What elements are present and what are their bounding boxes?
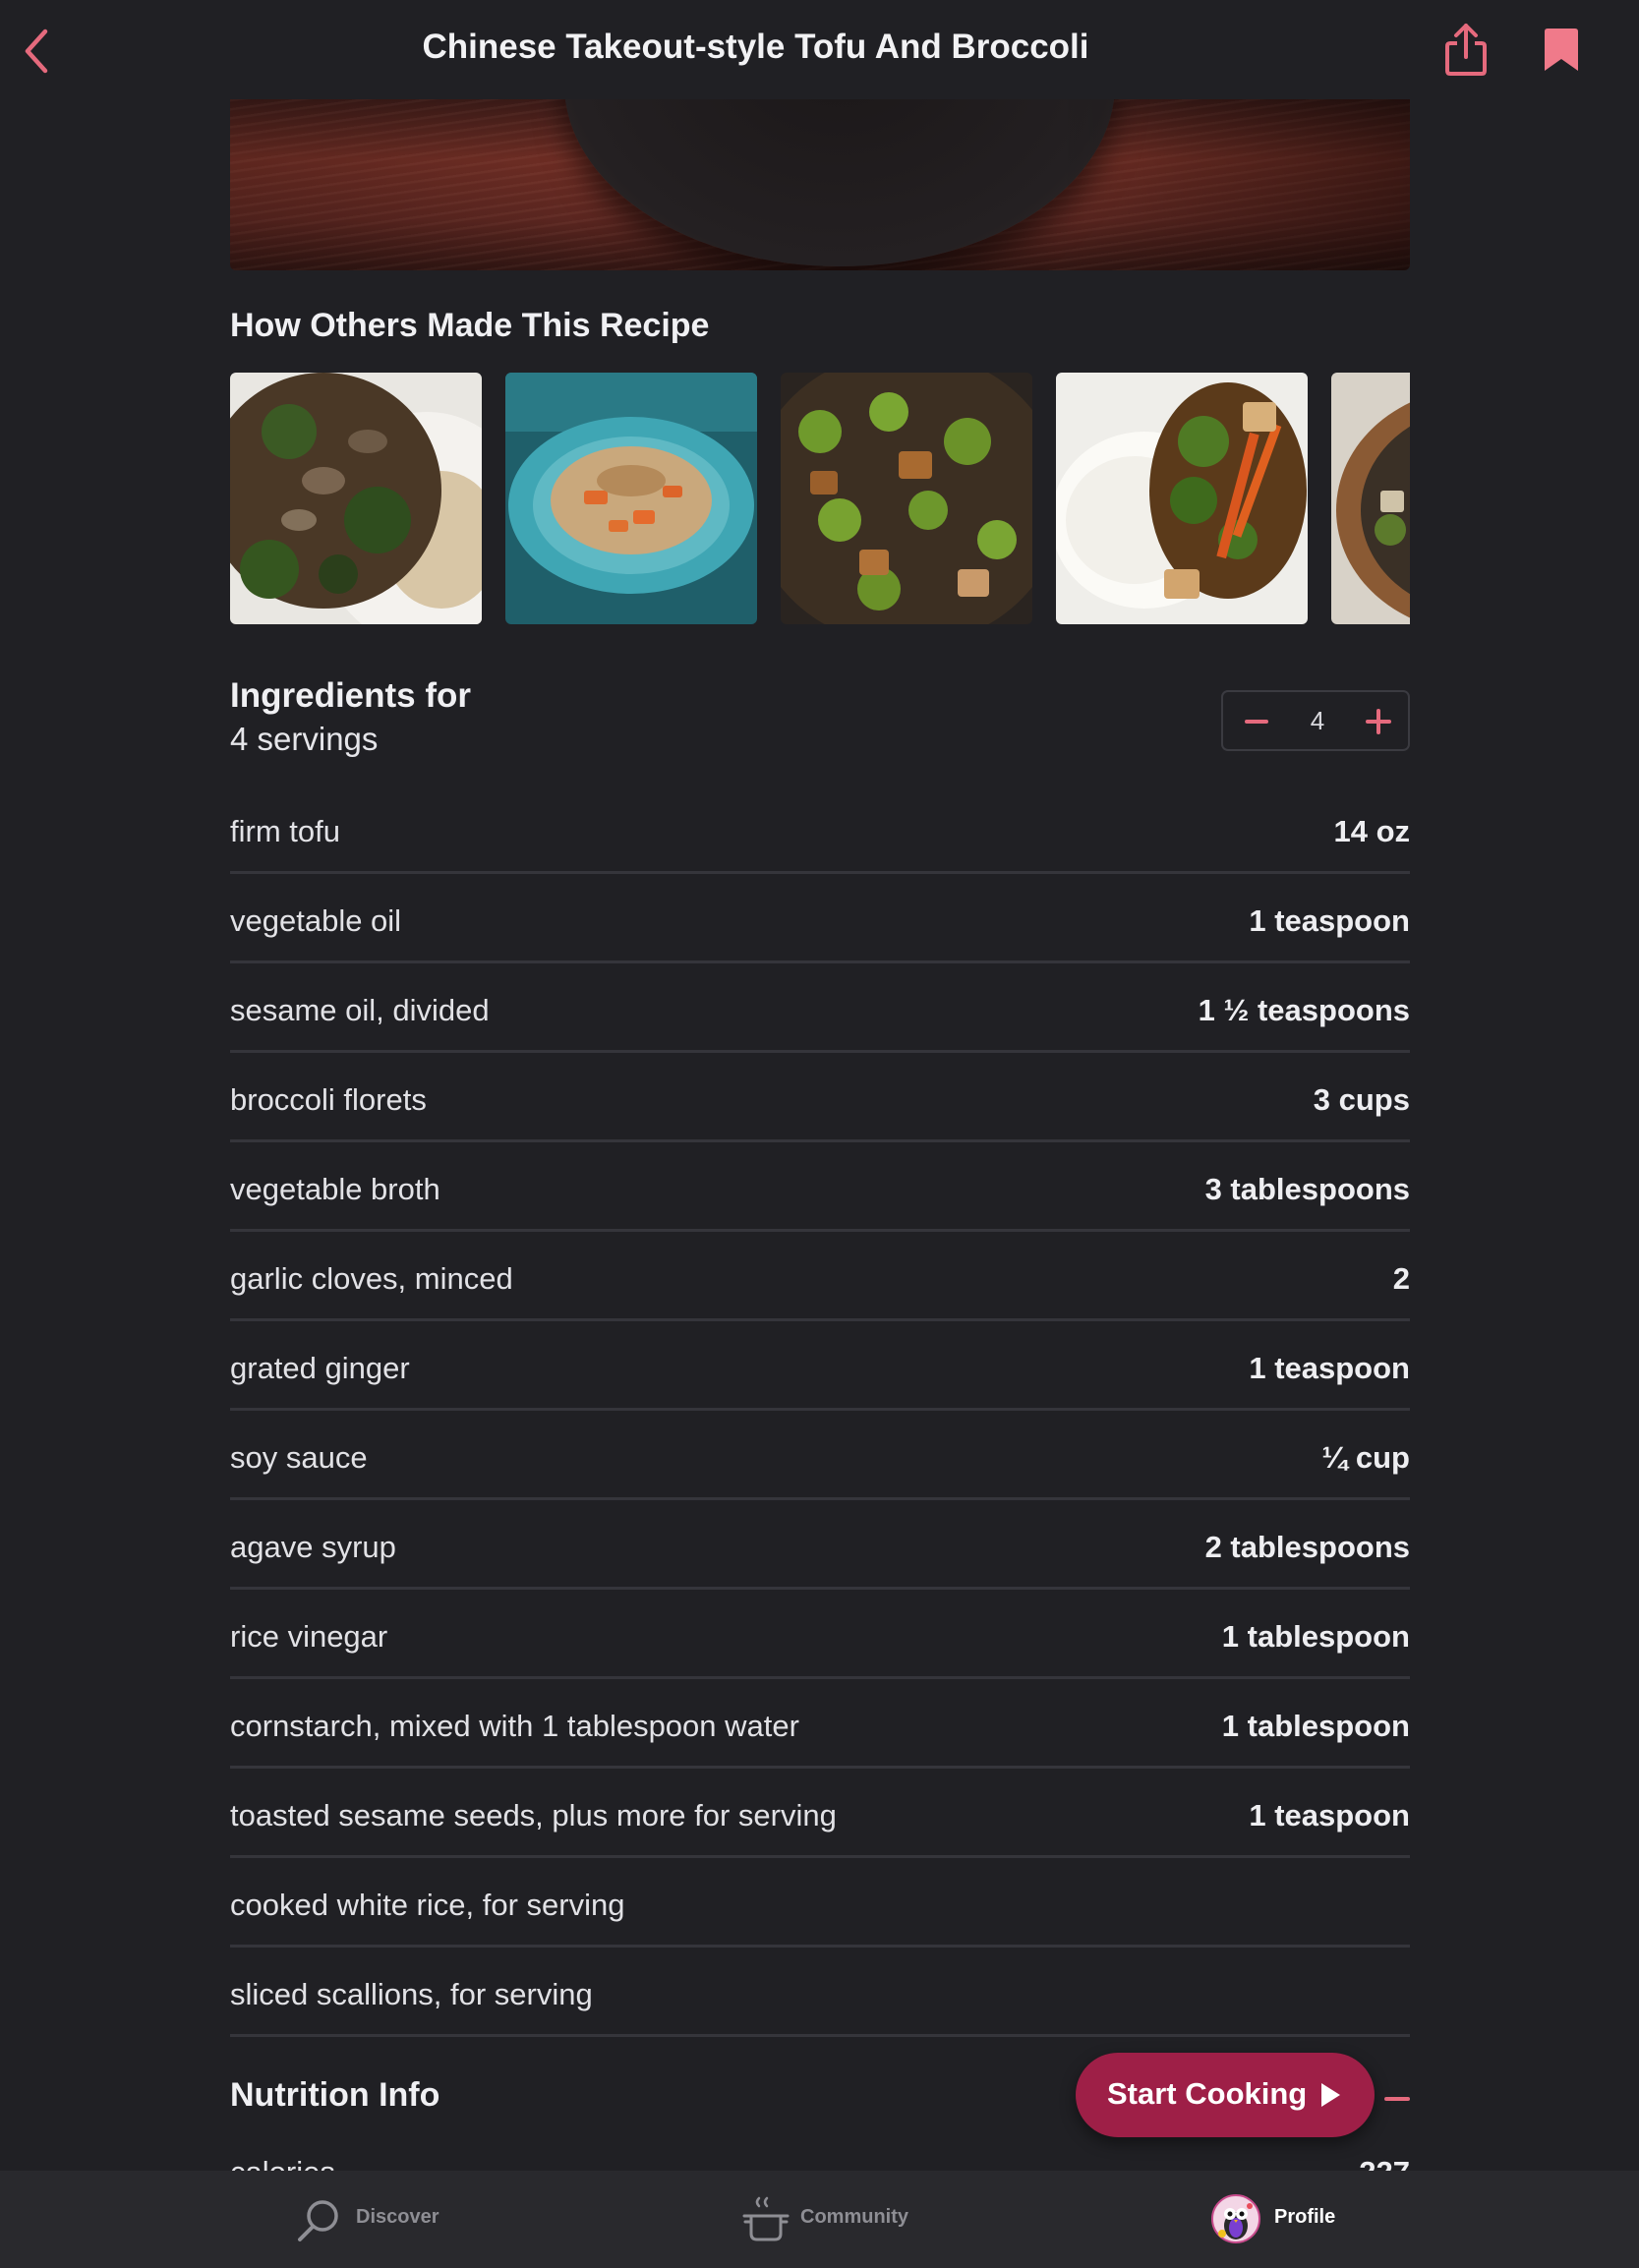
- ingredient-name: cooked white rice, for serving: [230, 1888, 625, 1922]
- ingredient-row: broccoli florets 3 cups: [230, 1053, 1410, 1142]
- user-photo[interactable]: [781, 373, 1032, 624]
- pot-icon: [742, 2196, 790, 2241]
- ingredient-name: agave syrup: [230, 1530, 396, 1564]
- ingredient-row: grated ginger 1 teaspoon: [230, 1321, 1410, 1411]
- servings-stepper: 4: [1221, 690, 1410, 751]
- decrease-servings-button[interactable]: [1241, 706, 1272, 737]
- tab-discover[interactable]: Discover: [295, 2171, 452, 2268]
- ingredient-row: rice vinegar 1 tablespoon: [230, 1590, 1410, 1679]
- ingredient-row: agave syrup 2 tablespoons: [230, 1500, 1410, 1590]
- avatar: [1211, 2194, 1260, 2243]
- increase-servings-button[interactable]: [1363, 706, 1394, 737]
- servings-value: 4: [1310, 706, 1325, 735]
- share-icon: [1445, 24, 1487, 76]
- ingredient-quantity: 3 cups: [1313, 1082, 1410, 1117]
- servings-label: 4 servings: [230, 721, 379, 757]
- ingredient-row: firm tofu 14 oz: [230, 785, 1410, 874]
- ingredient-quantity: 1 teaspoon: [1249, 1351, 1410, 1385]
- ingredient-row: cornstarch, mixed with 1 tablespoon wate…: [230, 1679, 1410, 1769]
- plus-icon: [1366, 709, 1391, 734]
- ingredients-list: firm tofu 14 oz vegetable oil 1 teaspoon…: [230, 785, 1410, 2037]
- nutrition-title: Nutrition Info: [230, 2076, 440, 2114]
- minus-icon: [1245, 720, 1268, 724]
- ingredient-quantity: 3 tablespoons: [1204, 1172, 1410, 1206]
- ingredient-row: vegetable broth 3 tablespoons: [230, 1142, 1410, 1232]
- collapse-nutrition-button[interactable]: [1384, 2086, 1410, 2112]
- ingredient-quantity: 14 oz: [1333, 814, 1410, 848]
- user-photo[interactable]: [230, 373, 482, 624]
- ingredient-name: rice vinegar: [230, 1619, 388, 1654]
- ingredient-name: toasted sesame seeds, plus more for serv…: [230, 1798, 837, 1832]
- ingredient-name: vegetable oil: [230, 903, 402, 938]
- ingredient-row: vegetable oil 1 teaspoon: [230, 874, 1410, 963]
- page-title: Chinese Takeout-style Tofu And Broccoli: [422, 28, 1089, 66]
- ingredient-quantity: 1 ½ teaspoons: [1198, 993, 1410, 1027]
- ingredient-name: sliced scallions, for serving: [230, 1977, 593, 2011]
- ingredients-heading: Ingredients for: [230, 676, 472, 715]
- tab-profile[interactable]: Profile: [1211, 2171, 1359, 2268]
- user-photo[interactable]: [1056, 373, 1308, 624]
- bookmark-icon: [1545, 29, 1578, 71]
- tab-label: Profile: [1274, 2206, 1336, 2228]
- ingredient-quantity: ¼ cup: [1321, 1440, 1410, 1475]
- hero-vignette: [230, 99, 1410, 270]
- ingredient-name: firm tofu: [230, 814, 340, 848]
- ingredient-name: grated ginger: [230, 1351, 410, 1385]
- ingredient-row: soy sauce ¼ cup: [230, 1411, 1410, 1500]
- share-button[interactable]: [1443, 22, 1489, 77]
- ingredient-name: broccoli florets: [230, 1082, 427, 1117]
- ingredient-name: garlic cloves, minced: [230, 1261, 513, 1296]
- ingredient-name: sesame oil, divided: [230, 993, 490, 1027]
- tab-label: Discover: [356, 2206, 439, 2228]
- tab-label: Community: [800, 2206, 908, 2228]
- tab-community[interactable]: Community: [741, 2171, 928, 2268]
- ingredient-row: sliced scallions, for serving: [230, 1948, 1410, 2037]
- ingredient-row: cooked white rice, for serving: [230, 1858, 1410, 1948]
- bookmark-button[interactable]: [1542, 28, 1581, 73]
- ingredient-quantity: 1 teaspoon: [1249, 903, 1410, 938]
- others-made-title: How Others Made This Recipe: [230, 307, 710, 344]
- top-bar: Chinese Takeout-style Tofu And Broccoli: [0, 0, 1639, 99]
- ingredient-quantity: 1 tablespoon: [1221, 1709, 1410, 1743]
- start-cooking-button[interactable]: Start Cooking: [1076, 2053, 1375, 2137]
- recipe-hero-image: [230, 99, 1410, 270]
- ingredient-row: garlic cloves, minced 2: [230, 1232, 1410, 1321]
- ingredient-quantity: 1 teaspoon: [1249, 1798, 1410, 1832]
- user-photos-carousel[interactable]: [230, 373, 1410, 624]
- ingredient-name: vegetable broth: [230, 1172, 440, 1206]
- ingredient-quantity: 2: [1392, 1261, 1410, 1296]
- search-icon: [298, 2200, 338, 2241]
- ingredient-quantity: 2 tablespoons: [1204, 1530, 1410, 1564]
- minus-icon: [1384, 2097, 1410, 2101]
- ingredient-row: toasted sesame seeds, plus more for serv…: [230, 1769, 1410, 1858]
- user-photo[interactable]: [505, 373, 757, 624]
- ingredient-name: cornstarch, mixed with 1 tablespoon wate…: [230, 1709, 799, 1743]
- ingredient-row: sesame oil, divided 1 ½ teaspoons: [230, 963, 1410, 1053]
- user-photo[interactable]: [1331, 373, 1410, 624]
- ingredient-quantity: 1 tablespoon: [1221, 1619, 1410, 1654]
- ingredient-name: soy sauce: [230, 1440, 368, 1475]
- start-cooking-label: Start Cooking: [1107, 2076, 1308, 2111]
- bottom-tab-bar: Discover Community Profile: [0, 2171, 1639, 2268]
- play-icon: [1321, 2083, 1340, 2107]
